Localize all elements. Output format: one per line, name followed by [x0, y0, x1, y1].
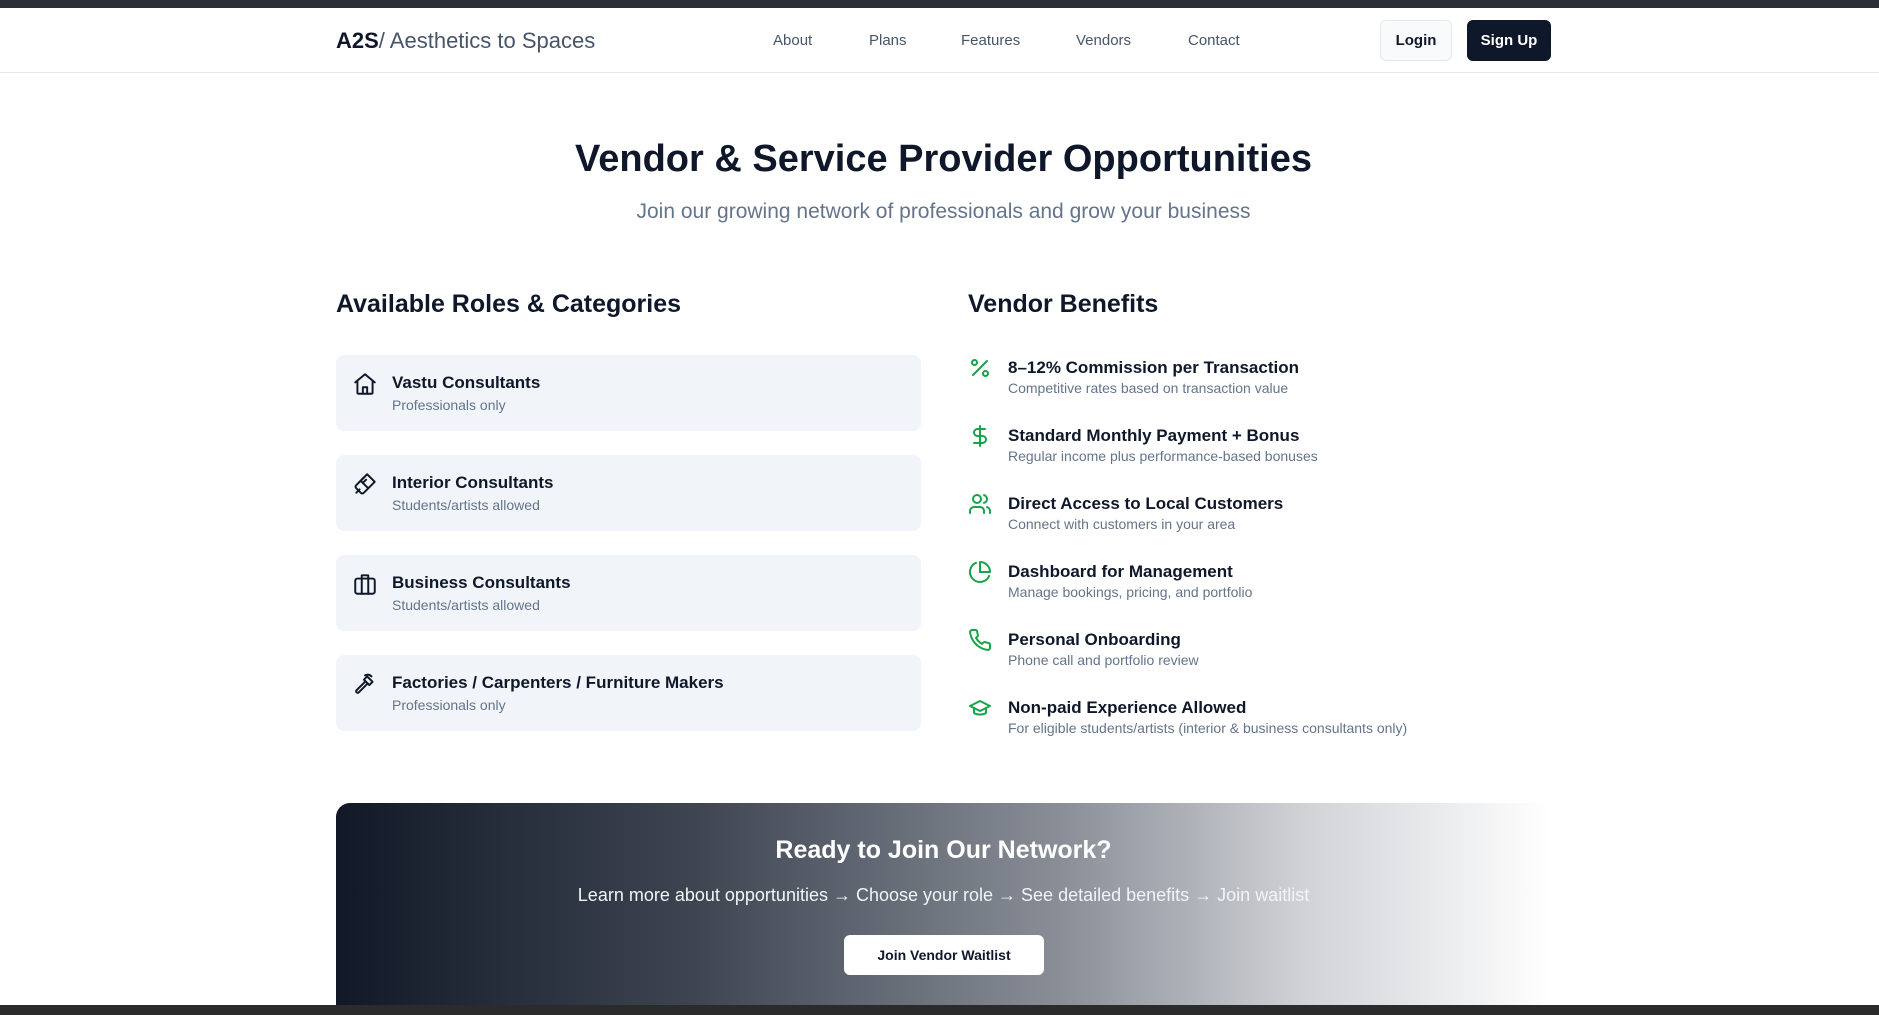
nav-features[interactable]: Features	[961, 8, 1020, 73]
window-top-bar	[0, 0, 1879, 8]
page-subtitle: Join our growing network of professional…	[636, 200, 1251, 223]
benefit-name: Standard Monthly Payment + Bonus	[1008, 426, 1300, 445]
nav-vendors[interactable]: Vendors	[1076, 8, 1131, 73]
cta-steps: Learn more about opportunities → Choose …	[577, 885, 1310, 905]
nav-contact[interactable]: Contact	[1188, 8, 1240, 73]
briefcase-icon	[352, 571, 378, 597]
nav-about[interactable]: About	[773, 8, 812, 73]
role-eligibility: Students/artists allowed	[392, 497, 540, 513]
join-cta-banner: Ready to Join Our Network? Learn more ab…	[336, 803, 1551, 1005]
signup-button[interactable]: Sign Up	[1467, 20, 1551, 61]
benefit-description: Phone call and portfolio review	[1008, 652, 1199, 668]
benefit-local-customers: Direct Access to Local Customers Connect…	[968, 492, 1528, 542]
role-card-interior[interactable]: Interior Consultants Students/artists al…	[336, 455, 921, 531]
role-card-factories[interactable]: Factories / Carpenters / Furniture Maker…	[336, 655, 921, 731]
benefits-section-title: Vendor Benefits	[968, 290, 1159, 318]
benefit-description: Connect with customers in your area	[1008, 516, 1236, 532]
role-card-vastu[interactable]: Vastu Consultants Professionals only	[336, 355, 921, 431]
page-title: Vendor & Service Provider Opportunities	[575, 138, 1312, 180]
benefit-name: 8–12% Commission per Transaction	[1008, 358, 1299, 377]
home-icon	[352, 371, 378, 397]
dollar-icon	[968, 424, 992, 448]
hammer-icon	[352, 671, 378, 697]
benefit-commission: 8–12% Commission per Transaction Competi…	[968, 356, 1528, 406]
window-bottom-bar	[0, 1005, 1879, 1015]
brand-short-name: A2S	[336, 27, 379, 53]
join-vendor-waitlist-button[interactable]: Join Vendor Waitlist	[844, 935, 1044, 975]
site-header: A2S / Aesthetics to Spaces About Plans F…	[0, 8, 1879, 73]
phone-icon	[968, 628, 992, 652]
benefit-description: Competitive rates based on transaction v…	[1008, 380, 1289, 396]
benefit-non-paid-experience: Non-paid Experience Allowed For eligible…	[968, 696, 1528, 746]
percent-icon	[968, 356, 992, 380]
benefit-description: Manage bookings, pricing, and portfolio	[1008, 584, 1253, 600]
benefit-name: Non-paid Experience Allowed	[1008, 698, 1247, 717]
role-name: Factories / Carpenters / Furniture Maker…	[392, 673, 724, 692]
brand-logo[interactable]: A2S / Aesthetics to Spaces	[336, 8, 595, 73]
role-eligibility: Professionals only	[392, 697, 506, 713]
role-eligibility: Professionals only	[392, 397, 506, 413]
benefit-monthly-payment: Standard Monthly Payment + Bonus Regular…	[968, 424, 1528, 474]
pie-chart-icon	[968, 560, 992, 584]
role-card-business[interactable]: Business Consultants Students/artists al…	[336, 555, 921, 631]
main-nav: About Plans Features Vendors Contact	[0, 8, 1879, 73]
roles-section-title: Available Roles & Categories	[336, 290, 682, 318]
role-name: Vastu Consultants	[392, 373, 541, 392]
benefit-name: Dashboard for Management	[1008, 562, 1233, 581]
nav-plans[interactable]: Plans	[869, 8, 907, 73]
paintbrush-icon	[352, 471, 378, 497]
users-icon	[968, 492, 992, 516]
benefit-dashboard: Dashboard for Management Manage bookings…	[968, 560, 1528, 610]
role-eligibility: Students/artists allowed	[392, 597, 540, 613]
benefit-onboarding: Personal Onboarding Phone call and portf…	[968, 628, 1528, 678]
role-name: Interior Consultants	[392, 473, 554, 492]
benefit-description: For eligible students/artists (interior …	[1008, 720, 1408, 736]
cta-title: Ready to Join Our Network?	[775, 836, 1112, 864]
benefit-name: Direct Access to Local Customers	[1008, 494, 1284, 513]
login-button[interactable]: Login	[1380, 20, 1452, 61]
benefit-description: Regular income plus performance-based bo…	[1008, 448, 1318, 464]
brand-full-name: / Aesthetics to Spaces	[378, 27, 596, 53]
benefit-name: Personal Onboarding	[1008, 630, 1181, 649]
role-name: Business Consultants	[392, 573, 571, 592]
graduation-cap-icon	[968, 696, 992, 720]
